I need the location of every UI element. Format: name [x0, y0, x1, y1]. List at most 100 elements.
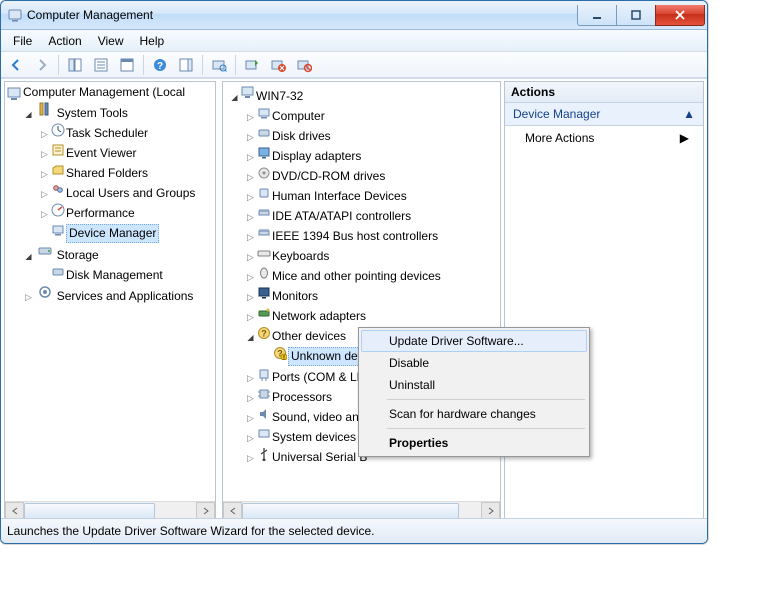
- show-hide-tree-button[interactable]: [63, 53, 87, 77]
- expander-icon[interactable]: [245, 292, 256, 303]
- expander-icon[interactable]: [23, 109, 34, 120]
- collapse-icon[interactable]: ▲: [683, 107, 695, 121]
- expander-icon[interactable]: [245, 192, 256, 203]
- tree-item[interactable]: Performance: [66, 205, 138, 222]
- disable-button[interactable]: [292, 53, 316, 77]
- scroll-right-button[interactable]: [196, 502, 215, 519]
- expander-icon[interactable]: [39, 149, 50, 160]
- scroll-right-button[interactable]: [481, 502, 500, 519]
- device-item[interactable]: Universal Serial B: [272, 449, 370, 466]
- tree-item-services[interactable]: Services and Applications: [57, 288, 197, 305]
- device-item[interactable]: IDE ATA/ATAPI controllers: [272, 208, 414, 225]
- menu-help[interactable]: Help: [132, 32, 173, 50]
- help-button[interactable]: ?: [148, 53, 172, 77]
- show-hide-action-pane-button[interactable]: [174, 53, 198, 77]
- expander-icon[interactable]: [39, 169, 50, 180]
- tree-item[interactable]: Shared Folders: [66, 165, 151, 182]
- context-menu-item[interactable]: Scan for hardware changes: [361, 403, 587, 425]
- forward-button[interactable]: [30, 53, 54, 77]
- expander-icon[interactable]: [23, 251, 34, 262]
- tree-item-device-manager[interactable]: Device Manager: [66, 224, 159, 243]
- maximize-button[interactable]: [617, 5, 655, 26]
- expander-icon[interactable]: [245, 212, 256, 223]
- tree-item-storage[interactable]: Storage: [57, 247, 102, 264]
- expander-icon[interactable]: [245, 332, 256, 343]
- device-item[interactable]: Display adapters: [272, 148, 364, 165]
- h-scrollbar[interactable]: [223, 501, 500, 519]
- context-menu-item[interactable]: Update Driver Software...: [361, 330, 587, 352]
- menubar: File Action View Help: [1, 30, 707, 52]
- console-tree[interactable]: Computer Management (Local System Tools …: [5, 82, 215, 305]
- device-item[interactable]: Computer: [272, 108, 328, 125]
- device-item[interactable]: Keyboards: [272, 248, 332, 265]
- expander-icon[interactable]: [245, 373, 256, 384]
- expander-icon[interactable]: [245, 413, 256, 424]
- services-icon: [37, 284, 53, 300]
- expander-icon[interactable]: [23, 292, 34, 303]
- tree-item[interactable]: Task Scheduler: [66, 125, 151, 142]
- device-item[interactable]: Human Interface Devices: [272, 188, 410, 205]
- scroll-left-button[interactable]: [223, 502, 242, 519]
- device-item[interactable]: DVD/CD-ROM drives: [272, 168, 388, 185]
- device-item[interactable]: IEEE 1394 Bus host controllers: [272, 228, 441, 245]
- h-scrollbar[interactable]: [5, 501, 215, 519]
- expander-icon[interactable]: [245, 132, 256, 143]
- uninstall-button[interactable]: [266, 53, 290, 77]
- device-item[interactable]: Processors: [272, 389, 335, 406]
- tree-item[interactable]: Event Viewer: [66, 145, 139, 162]
- dvd-icon: [256, 165, 272, 181]
- expander-icon[interactable]: [245, 152, 256, 163]
- scroll-left-button[interactable]: [5, 502, 24, 519]
- expander-icon[interactable]: [245, 252, 256, 263]
- expander-icon[interactable]: [245, 112, 256, 123]
- properties-button[interactable]: [89, 53, 113, 77]
- expander-icon[interactable]: [39, 209, 50, 220]
- device-item[interactable]: Disk drives: [272, 128, 334, 145]
- display-icon: [256, 145, 272, 161]
- menu-file[interactable]: File: [5, 32, 40, 50]
- actions-group[interactable]: Device Manager ▲: [505, 103, 703, 126]
- expander-icon[interactable]: [229, 92, 240, 103]
- ports-icon: [256, 366, 272, 382]
- expander-icon[interactable]: [39, 129, 50, 140]
- device-item[interactable]: Sound, video and: [272, 409, 368, 426]
- device-item[interactable]: Ports (COM & LP: [272, 369, 368, 386]
- device-item[interactable]: System devices: [272, 429, 359, 446]
- device-item[interactable]: Network adapters: [272, 308, 369, 325]
- expander-icon[interactable]: [39, 189, 50, 200]
- expander-icon[interactable]: [245, 272, 256, 283]
- tree-item[interactable]: Local Users and Groups: [66, 185, 198, 202]
- minimize-button[interactable]: [577, 5, 617, 26]
- expander-icon[interactable]: [245, 453, 256, 464]
- menu-view[interactable]: View: [90, 32, 132, 50]
- close-button[interactable]: [655, 5, 705, 26]
- tree-root[interactable]: Computer Management (Local: [23, 84, 188, 101]
- expander-icon[interactable]: [245, 433, 256, 444]
- device-root[interactable]: WIN7-32: [256, 88, 306, 105]
- scroll-track[interactable]: [242, 503, 481, 518]
- ide-icon: [256, 225, 272, 241]
- expander-icon[interactable]: [245, 312, 256, 323]
- scroll-track[interactable]: [24, 503, 196, 518]
- tree-item[interactable]: Disk Management: [66, 267, 166, 284]
- tree-item-system-tools[interactable]: System Tools: [57, 105, 131, 122]
- expander-icon[interactable]: [245, 232, 256, 243]
- computer-icon: [256, 105, 272, 121]
- actions-item-more[interactable]: More Actions ▶: [505, 126, 703, 150]
- expander-icon[interactable]: [245, 172, 256, 183]
- export-list-button[interactable]: [115, 53, 139, 77]
- back-button[interactable]: [4, 53, 28, 77]
- context-menu-item[interactable]: Properties: [361, 432, 587, 454]
- context-menu-item[interactable]: Disable: [361, 352, 587, 374]
- menu-action[interactable]: Action: [40, 32, 89, 50]
- device-item[interactable]: Other devices: [272, 328, 349, 345]
- device-item[interactable]: Mice and other pointing devices: [272, 268, 444, 285]
- other-icon: ?: [256, 325, 272, 341]
- system-icon: [256, 426, 272, 442]
- toolbar-separator: [58, 55, 59, 75]
- scan-hardware-button[interactable]: [207, 53, 231, 77]
- update-driver-button[interactable]: [240, 53, 264, 77]
- context-menu-item[interactable]: Uninstall: [361, 374, 587, 396]
- expander-icon[interactable]: [245, 393, 256, 404]
- device-item[interactable]: Monitors: [272, 288, 321, 305]
